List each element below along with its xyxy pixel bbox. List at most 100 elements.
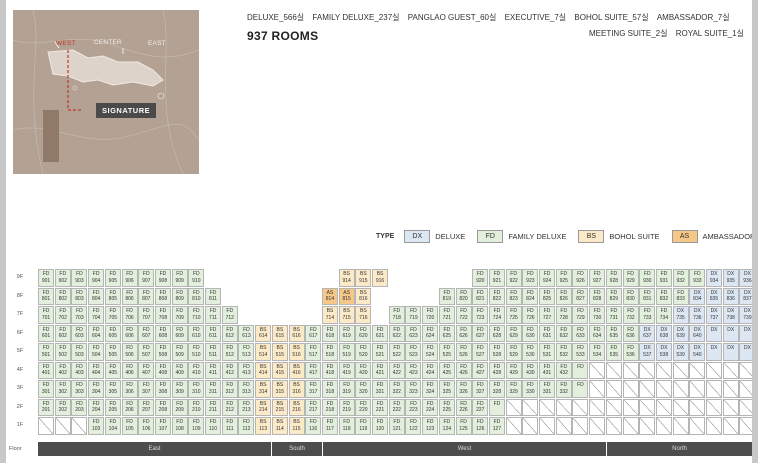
room-number: 420 — [359, 370, 368, 376]
room-number: 227 — [476, 407, 485, 413]
room-number: 540 — [693, 351, 702, 358]
room-cell: FD 624 — [422, 324, 439, 343]
room-cell: FD 508 — [154, 343, 171, 361]
room-cell: BS 113 — [255, 417, 272, 435]
room-cell: FD 701 — [38, 306, 55, 324]
room-number: 110 — [209, 425, 218, 432]
room-number: 418 — [325, 370, 335, 376]
floor-label: 2F — [16, 403, 24, 410]
room-number: 536 — [626, 351, 635, 358]
room-cell: FD 822 — [488, 287, 505, 306]
room-cell: FD 424 — [422, 361, 439, 380]
room-cell: FD 809 — [171, 287, 188, 306]
room-number: 615 — [275, 333, 285, 339]
room-number: 127 — [492, 425, 502, 432]
room-cell: FD 720 — [422, 306, 439, 324]
room-number: 601 — [41, 333, 51, 339]
room-number: 822 — [492, 296, 502, 302]
room-cell: FD 506 — [121, 343, 138, 361]
room-number: 530 — [526, 351, 535, 358]
room-number: 734 — [659, 314, 669, 321]
room-number: 107 — [158, 425, 168, 432]
room-number: 903 — [75, 277, 84, 284]
room-number: 406 — [125, 370, 134, 376]
unavailable-cell — [54, 417, 71, 435]
room-number: 710 — [192, 314, 201, 321]
room-number: 305 — [108, 388, 118, 395]
room-cell: FD 505 — [104, 343, 121, 361]
room-cell: BS 514 — [255, 343, 272, 361]
room-number: 220 — [359, 407, 368, 413]
room-cell: FD 301 — [38, 380, 55, 398]
room-number: 310 — [192, 388, 201, 395]
room-number: 516 — [292, 351, 301, 358]
room-cell: FD 830 — [622, 287, 639, 306]
unavailable-cell — [655, 417, 672, 435]
room-number: 732 — [626, 314, 635, 321]
room-cell: FD 126 — [472, 417, 489, 435]
room-number: 612 — [225, 333, 234, 339]
room-cell: FD 307 — [138, 380, 155, 398]
room-number: 215 — [275, 407, 285, 413]
room-number: 802 — [58, 296, 67, 302]
room-cell: FD 425 — [438, 361, 455, 380]
map-label-east: EAST — [148, 40, 166, 47]
room-number: 512 — [225, 351, 234, 358]
room-number: 318 — [325, 388, 335, 395]
room-cell: FD 426 — [455, 361, 472, 380]
room-cell: FD 523 — [405, 343, 422, 361]
room-number: 630 — [526, 333, 535, 339]
room-number: 533 — [576, 351, 585, 358]
room-number: 635 — [609, 333, 619, 339]
room-cell: FD — [572, 380, 589, 398]
room-number: 736 — [693, 314, 702, 321]
room-number: 703 — [75, 314, 84, 321]
room-cell: FD 536 — [622, 343, 639, 361]
room-cell: FD 125 — [455, 417, 472, 435]
room-number: 605 — [108, 333, 118, 339]
room-number: 627 — [476, 333, 485, 339]
room-number: 920 — [476, 277, 485, 284]
room-cell: FD 724 — [488, 306, 505, 324]
legend-label-as: AMBASSADOR — [702, 232, 752, 241]
room-number: 423 — [409, 370, 418, 376]
room-cell: FD 503 — [71, 343, 88, 361]
room-cell: FD 702 — [54, 306, 71, 324]
room-cell: FD 513 — [238, 343, 255, 361]
room-number: 201 — [41, 407, 51, 413]
room-number: 511 — [209, 351, 218, 358]
room-number: 804 — [91, 296, 101, 302]
room-number: 513 — [242, 351, 251, 358]
room-number: 831 — [643, 296, 652, 302]
room-cell: FD 327 — [472, 380, 489, 398]
room-number: 934 — [709, 277, 719, 284]
room-cell: FD 734 — [655, 306, 672, 324]
room-cell: BS 715 — [338, 306, 355, 324]
room-number: 830 — [626, 296, 635, 302]
room-number: 904 — [91, 277, 101, 284]
room-cell: FD 631 — [539, 324, 556, 343]
room-cell: FD 635 — [605, 324, 622, 343]
room-cell: FD 518 — [321, 343, 338, 361]
room-number: 432 — [559, 370, 568, 376]
room-number: 905 — [108, 277, 118, 284]
room-cell: FD 632 — [555, 324, 572, 343]
room-cell: FD 221 — [372, 398, 389, 417]
room-number: 210 — [192, 407, 201, 413]
room-number: 724 — [492, 314, 502, 321]
room-cell: DX 537 — [639, 343, 656, 361]
room-number: 707 — [142, 314, 151, 321]
room-number: 806 — [125, 296, 134, 302]
unavailable-cell — [555, 417, 572, 435]
room-number: 827 — [576, 296, 585, 302]
room-number: 933 — [693, 277, 702, 284]
room-cell: FD 427 — [472, 361, 489, 380]
room-cell: FD 803 — [71, 287, 88, 306]
room-number: 930 — [643, 277, 652, 284]
room-cell: FD 533 — [572, 343, 589, 361]
room-cell: BS 816 — [355, 287, 372, 306]
room-cell: FD 810 — [188, 287, 205, 306]
room-cell: BS 716 — [355, 306, 372, 324]
room-cell: DX 934 — [706, 269, 723, 287]
room-number: 528 — [492, 351, 502, 358]
